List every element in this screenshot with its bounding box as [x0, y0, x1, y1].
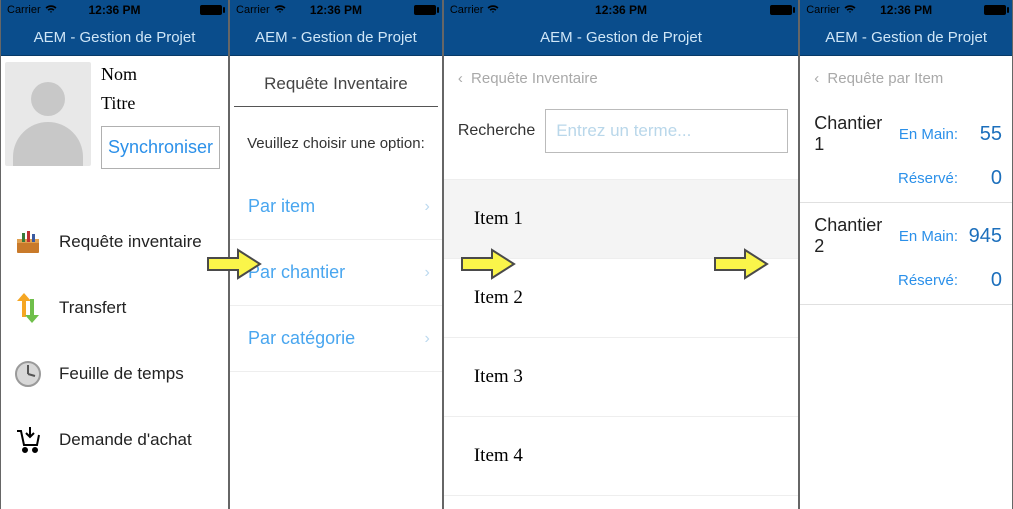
menu-label: Transfert: [59, 298, 126, 318]
onhand-value: 945: [958, 225, 1002, 248]
back-button[interactable]: ‹ Requête Inventaire: [444, 56, 798, 95]
clock: 12:36 PM: [595, 3, 647, 17]
onhand-label: En Main:: [890, 228, 958, 245]
status-bar: Carrier 12:36 PM: [800, 0, 1012, 20]
site-name: Chantier 2: [814, 215, 890, 257]
screen-inventory-request: Carrier 12:36 PM AEM - Gestion de Projet…: [229, 0, 443, 509]
battery-icon: [414, 5, 436, 15]
chevron-right-icon: ›: [425, 330, 430, 348]
reserved-label: Réservé:: [890, 272, 958, 289]
list-item[interactable]: Item 1: [444, 180, 798, 259]
carrier-label: Carrier: [450, 4, 484, 16]
user-title: Titre: [101, 93, 224, 114]
nav-title: AEM - Gestion de Projet: [800, 20, 1012, 56]
list-item[interactable]: Item 2: [444, 259, 798, 338]
clock: 12:36 PM: [880, 3, 932, 17]
screen-home: Carrier 12:36 PM AEM - Gestion de Projet…: [0, 0, 229, 509]
status-bar: Carrier 12:36 PM: [230, 0, 442, 20]
wifi-icon: [45, 3, 57, 17]
toolbox-icon: [11, 225, 45, 259]
status-bar: Carrier 12:36 PM: [1, 0, 228, 20]
transfer-arrows-icon: [11, 291, 45, 325]
chevron-left-icon: ‹: [814, 70, 819, 87]
clock-icon: [11, 357, 45, 391]
option-label: Par catégorie: [248, 328, 355, 349]
menu-purchase-request[interactable]: Demande d'achat: [1, 407, 228, 473]
site-row: Chantier 2 En Main: 945 Réservé: 0: [800, 203, 1012, 305]
menu-timesheet[interactable]: Feuille de temps: [1, 341, 228, 407]
menu-label: Demande d'achat: [59, 430, 192, 450]
nav-title: AEM - Gestion de Projet: [444, 20, 798, 56]
user-name: Nom: [101, 64, 224, 85]
site-row: Chantier 1 En Main: 55 Réservé: 0: [800, 101, 1012, 203]
wifi-icon: [844, 3, 856, 17]
back-button[interactable]: ‹ Requête par Item: [800, 56, 1012, 101]
avatar: [5, 62, 91, 166]
nav-title: AEM - Gestion de Projet: [1, 20, 228, 56]
wifi-icon: [487, 3, 499, 17]
carrier-label: Carrier: [7, 4, 41, 16]
menu-transfer[interactable]: Transfert: [1, 275, 228, 341]
carrier-label: Carrier: [806, 4, 840, 16]
reserved-value: 0: [958, 167, 1002, 190]
option-by-category[interactable]: Par catégorie ›: [230, 306, 442, 372]
option-label: Par chantier: [248, 262, 345, 283]
search-label: Recherche: [458, 122, 535, 140]
sync-button[interactable]: Synchroniser: [101, 126, 220, 169]
prompt-text: Veuillez choisir une option:: [230, 107, 442, 174]
search-input[interactable]: [545, 109, 788, 153]
battery-icon: [770, 5, 792, 15]
clock: 12:36 PM: [89, 3, 141, 17]
option-label: Par item: [248, 196, 315, 217]
nav-title: AEM - Gestion de Projet: [230, 20, 442, 56]
cart-download-icon: [11, 423, 45, 457]
onhand-label: En Main:: [890, 126, 958, 143]
carrier-label: Carrier: [236, 4, 270, 16]
battery-icon: [200, 5, 222, 15]
menu-inventory-request[interactable]: Requête inventaire: [1, 209, 228, 275]
chevron-left-icon: ‹: [458, 70, 463, 87]
chevron-right-icon: ›: [425, 264, 430, 282]
clock: 12:36 PM: [310, 3, 362, 17]
reserved-label: Réservé:: [890, 170, 958, 187]
screen-item-detail: Carrier 12:36 PM AEM - Gestion de Projet…: [799, 0, 1013, 509]
back-label: Requête Inventaire: [471, 70, 598, 87]
menu-label: Feuille de temps: [59, 364, 184, 384]
site-name: Chantier 1: [814, 113, 890, 155]
back-label: Requête par Item: [827, 70, 943, 87]
list-item[interactable]: Item 4: [444, 417, 798, 496]
menu-label: Requête inventaire: [59, 232, 202, 252]
list-item[interactable]: Item 3: [444, 338, 798, 417]
status-bar: Carrier 12:36 PM: [444, 0, 798, 20]
option-by-site[interactable]: Par chantier ›: [230, 240, 442, 306]
wifi-icon: [274, 3, 286, 17]
battery-icon: [984, 5, 1006, 15]
option-by-item[interactable]: Par item ›: [230, 174, 442, 240]
reserved-value: 0: [958, 269, 1002, 292]
page-title: Requête Inventaire: [234, 56, 438, 107]
screen-item-search: Carrier 12:36 PM AEM - Gestion de Projet…: [443, 0, 799, 509]
onhand-value: 55: [958, 123, 1002, 146]
chevron-right-icon: ›: [425, 198, 430, 216]
